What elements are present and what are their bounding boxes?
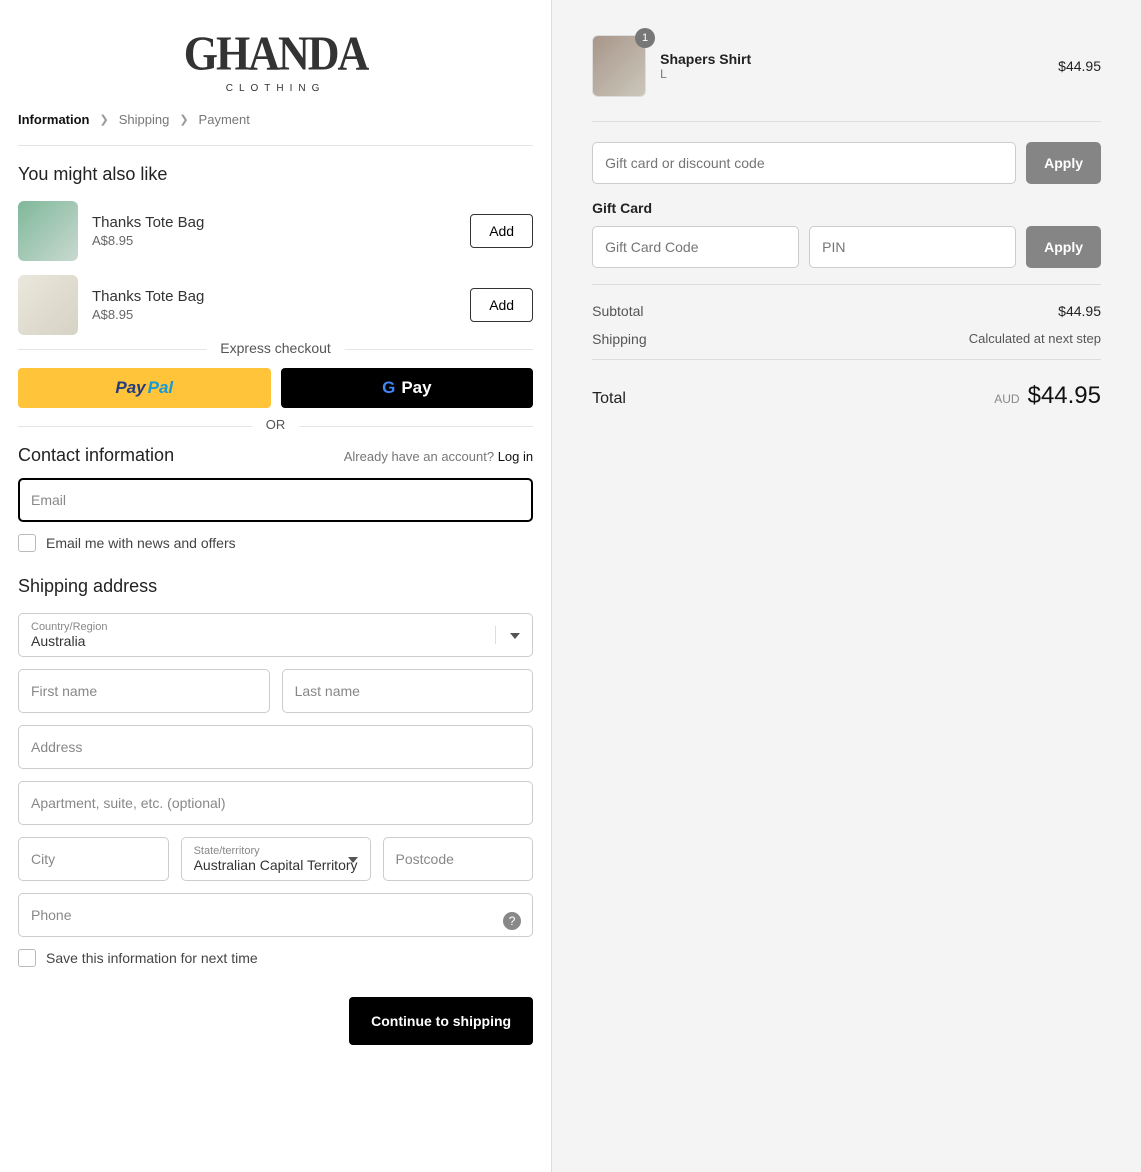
apartment-field[interactable] (18, 781, 533, 825)
cart-line-item: 1 Shapers Shirt L $44.95 (592, 35, 1101, 122)
crumb-payment[interactable]: Payment (199, 112, 250, 127)
address-field[interactable] (18, 725, 533, 769)
subtotal-label: Subtotal (592, 303, 643, 319)
upsell-item: Thanks Tote Bag A$8.95 Add (18, 275, 533, 335)
cart-item-name: Shapers Shirt (660, 51, 1044, 67)
gift-card-pin-field[interactable] (809, 226, 1016, 268)
cart-item-price: $44.95 (1058, 58, 1101, 74)
help-icon[interactable]: ? (503, 912, 521, 930)
total-label: Total (592, 390, 626, 408)
state-label: State/territory (194, 845, 358, 857)
total-currency: AUD (994, 392, 1019, 406)
paypal-button[interactable]: PayPal (18, 368, 271, 408)
checkbox-icon (18, 534, 36, 552)
chevron-down-icon (495, 626, 520, 644)
shipping-value: Calculated at next step (969, 331, 1101, 347)
cart-item-variant: L (660, 67, 1044, 81)
add-button[interactable]: Add (470, 214, 533, 248)
product-thumb (18, 275, 78, 335)
chevron-right-icon: ❯ (179, 113, 188, 126)
state-value: Australian Capital Territory (194, 857, 358, 873)
newsletter-checkbox[interactable]: Email me with news and offers (18, 534, 533, 552)
upsell-heading: You might also like (18, 164, 533, 185)
total-amount: $44.95 (1028, 382, 1101, 409)
apply-giftcard-button[interactable]: Apply (1026, 226, 1101, 268)
gift-card-label: Gift Card (592, 200, 1101, 216)
save-info-checkbox[interactable]: Save this information for next time (18, 949, 533, 967)
product-price: A$8.95 (92, 233, 456, 248)
product-thumb: 1 (592, 35, 646, 97)
phone-field[interactable] (18, 893, 533, 937)
qty-badge: 1 (635, 28, 655, 48)
checkbox-icon (18, 949, 36, 967)
crumb-shipping[interactable]: Shipping (119, 112, 170, 127)
add-button[interactable]: Add (470, 288, 533, 322)
first-name-field[interactable] (18, 669, 270, 713)
express-label: Express checkout (206, 340, 345, 356)
email-field[interactable] (18, 478, 533, 522)
gpay-button[interactable]: GPay (281, 368, 534, 408)
login-hint: Already have an account? Log in (344, 449, 533, 464)
brand-logo: GHANDA (18, 25, 533, 81)
chevron-down-icon (348, 850, 358, 868)
apply-discount-button[interactable]: Apply (1026, 142, 1101, 184)
chevron-right-icon: ❯ (100, 113, 109, 126)
upsell-item: Thanks Tote Bag A$8.95 Add (18, 201, 533, 261)
crumb-information[interactable]: Information (18, 112, 90, 127)
continue-button[interactable]: Continue to shipping (349, 997, 533, 1045)
contact-heading: Contact information (18, 445, 174, 466)
postcode-field[interactable] (383, 837, 534, 881)
country-select[interactable]: Country/Region Australia (18, 613, 533, 657)
shipping-heading: Shipping address (18, 576, 533, 597)
subtotal-value: $44.95 (1058, 303, 1101, 319)
state-select[interactable]: State/territory Australian Capital Terri… (181, 837, 371, 881)
country-label: Country/Region (31, 621, 520, 633)
login-link[interactable]: Log in (498, 449, 533, 464)
brand-tagline: CLOTHING (18, 83, 533, 94)
shipping-label: Shipping (592, 331, 647, 347)
city-field[interactable] (18, 837, 169, 881)
product-price: A$8.95 (92, 307, 456, 322)
or-divider: OR (252, 417, 300, 432)
country-value: Australia (31, 633, 520, 649)
discount-code-field[interactable] (592, 142, 1016, 184)
breadcrumb: Information ❯ Shipping ❯ Payment (18, 112, 533, 146)
product-name: Thanks Tote Bag (92, 214, 456, 231)
product-thumb (18, 201, 78, 261)
product-name: Thanks Tote Bag (92, 288, 456, 305)
gift-card-code-field[interactable] (592, 226, 799, 268)
last-name-field[interactable] (282, 669, 534, 713)
